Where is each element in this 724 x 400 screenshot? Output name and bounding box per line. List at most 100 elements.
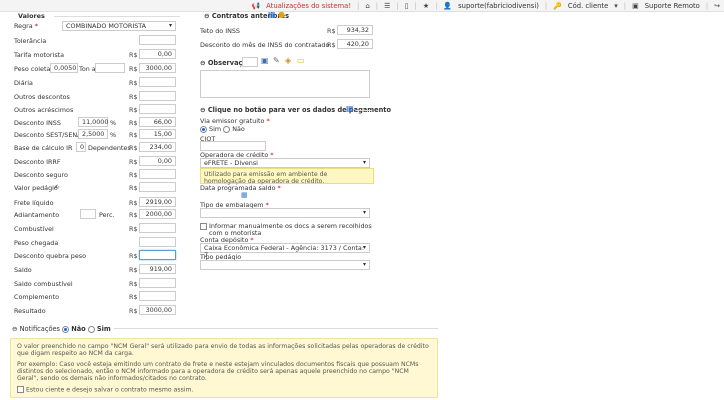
star-icon[interactable]: ★ bbox=[423, 2, 429, 10]
user-name[interactable]: suporte(fabriciodivensi) bbox=[458, 2, 539, 10]
via-emissor-sim-radio[interactable] bbox=[200, 125, 207, 133]
peso-chegada-label: Peso chegada bbox=[14, 239, 59, 247]
combustivel-input[interactable] bbox=[139, 223, 176, 233]
notificacoes-row: ⊖ Notificações Não Sim bbox=[12, 325, 111, 333]
chevron-down-icon: ▾ bbox=[362, 261, 366, 268]
desconto-inss-input[interactable]: 66,00 bbox=[139, 117, 176, 127]
folder-icon[interactable]: ▭ bbox=[297, 56, 305, 65]
notificacoes-nao-radio[interactable] bbox=[62, 325, 70, 333]
saldo-label: Saldo bbox=[14, 266, 32, 274]
combustivel-label: Combustível bbox=[14, 225, 54, 233]
save-icon[interactable]: ▣ bbox=[261, 56, 269, 65]
ncm-notice-text-2: Por exemplo: Caso você esteja emitindo u… bbox=[17, 361, 419, 382]
regra-label: Regra * bbox=[14, 22, 38, 30]
operadora-select[interactable]: eFRETE - Divensi ▾ bbox=[200, 158, 370, 168]
updates-link[interactable]: Atualizações do sistema! bbox=[266, 2, 351, 10]
outros-acrescimos-label: Outros acréscimos bbox=[14, 106, 74, 114]
cursor-icon: ✍ bbox=[54, 183, 60, 191]
saldo-combustivel-label: Saldo combustível bbox=[14, 280, 73, 288]
valor-pedagio-label: Valor pedágio bbox=[14, 184, 58, 192]
chevron-down-icon[interactable]: ▾ bbox=[614, 2, 618, 10]
operadora-warning: Utilizado para emissão em ambiente de ho… bbox=[200, 168, 374, 185]
tarifa-label: Tarifa motorista bbox=[14, 51, 65, 59]
desconto-inss-pct-input[interactable]: 11,0000 bbox=[78, 117, 108, 127]
teto-inss-label: Teto do INSS bbox=[200, 27, 240, 35]
divider bbox=[114, 328, 438, 329]
saldo-combustivel-input[interactable] bbox=[139, 278, 176, 288]
outros-acrescimos-input[interactable] bbox=[139, 104, 176, 114]
desconto-seguro-input[interactable] bbox=[139, 169, 176, 179]
adiantamento-label: Adiantamento bbox=[14, 211, 60, 219]
top-bar: 📢 Atualizações do sistema! | ⌂ | ☰ | ▯ |… bbox=[0, 0, 724, 12]
tag-icon[interactable]: ◈ bbox=[285, 56, 291, 65]
tarifa-input[interactable]: 0,00 bbox=[139, 49, 176, 59]
desconto-seguro-label: Desconto seguro bbox=[14, 171, 68, 179]
desconto-quebra-input[interactable] bbox=[139, 250, 176, 260]
chevron-down-icon: ▾ bbox=[362, 244, 366, 251]
peso-chegada-input[interactable] bbox=[139, 237, 176, 247]
valor-pedagio-input[interactable] bbox=[139, 182, 176, 192]
desconto-irrf-input[interactable]: 0,00 bbox=[139, 156, 176, 166]
informar-manualmente-checkbox[interactable] bbox=[200, 223, 207, 230]
frete-liquido-label: Frete líquido bbox=[14, 199, 54, 207]
base-ir-label: Base de cálculo IR bbox=[14, 144, 73, 152]
home-icon[interactable]: ⌂ bbox=[365, 2, 369, 10]
complemento-input[interactable] bbox=[139, 291, 176, 301]
ncm-confirm-row: Estou ciente e desejo salvar o contrato … bbox=[17, 386, 431, 394]
diaria-input[interactable] bbox=[139, 77, 176, 87]
desconto-sest-pct-input[interactable]: 2,5000 bbox=[78, 129, 108, 139]
calendar-icon[interactable]: ▦ bbox=[346, 104, 354, 113]
info-icon[interactable]: ● bbox=[278, 10, 285, 19]
desconto-quebra-label: Desconto quebra peso bbox=[14, 252, 87, 260]
ncm-confirm-checkbox[interactable] bbox=[17, 386, 24, 393]
peso-coleta-input[interactable]: 0,0050 bbox=[50, 63, 78, 73]
complemento-label: Complemento bbox=[14, 293, 59, 301]
ncm-notice: O valor preenchido no campo "NCM Geral" … bbox=[10, 338, 438, 398]
desconto-mes-label: Desconto do mês de INSS do contratado bbox=[200, 41, 330, 49]
via-emissor-radios: Sim Não bbox=[200, 125, 245, 133]
desconto-sest-label: Desconto SEST/SENAT bbox=[14, 131, 85, 139]
tolerancia-label: Tolerância bbox=[14, 37, 47, 45]
teto-inss-input[interactable]: 934,32 bbox=[337, 25, 373, 35]
observacoes-textarea[interactable] bbox=[200, 70, 370, 98]
desconto-mes-input[interactable]: 420,20 bbox=[337, 39, 373, 49]
resultado-input[interactable]: 3000,00 bbox=[139, 305, 176, 315]
desconto-inss-label: Desconto INSS bbox=[14, 119, 61, 127]
via-emissor-nao-radio[interactable] bbox=[223, 125, 231, 133]
notificacoes-sim-radio[interactable] bbox=[87, 325, 95, 333]
peso-coleta-value-input[interactable]: 3000,00 bbox=[139, 63, 176, 73]
ton-input[interactable] bbox=[95, 63, 125, 73]
key-icon: 🔑 bbox=[553, 1, 562, 10]
tipo-embalagem-select[interactable]: ▾ bbox=[200, 208, 370, 218]
client-code-link[interactable]: Cód. cliente bbox=[568, 2, 608, 10]
regra-select[interactable]: COMBINADO MOTORISTA ▾ bbox=[62, 21, 176, 31]
remote-support-link[interactable]: Suporte Remoto bbox=[645, 2, 700, 10]
tipo-pedagio-select[interactable]: ▾ bbox=[200, 260, 370, 270]
remote-icon: ▣ bbox=[632, 1, 639, 10]
calendar-icon[interactable]: ▦ bbox=[241, 191, 248, 199]
ciot-input[interactable] bbox=[200, 141, 266, 151]
frete-liquido-input[interactable]: 2919,00 bbox=[139, 197, 176, 207]
calendar-icon[interactable]: ▦ bbox=[268, 10, 276, 19]
divider bbox=[54, 16, 180, 17]
via-emissor-label: Via emissor gratuito * bbox=[200, 117, 270, 125]
logout-icon[interactable]: ↪ bbox=[714, 2, 720, 10]
tolerancia-input[interactable] bbox=[139, 35, 176, 45]
megaphone-icon[interactable]: 📢 bbox=[252, 2, 260, 10]
peso-coleta-label: Peso coleta bbox=[14, 65, 51, 73]
chevron-down-icon: ▾ bbox=[168, 22, 172, 29]
conta-deposito-select[interactable]: Caixa Econômica Federal - Agência: 3173 … bbox=[200, 243, 370, 259]
base-ir-input[interactable]: 234,00 bbox=[139, 142, 176, 152]
menu-icon[interactable]: ☰ bbox=[384, 2, 390, 10]
adiantamento-input[interactable]: 2000,00 bbox=[139, 209, 176, 219]
obs-code-input[interactable] bbox=[242, 57, 258, 67]
diaria-label: Diária bbox=[14, 79, 33, 87]
saldo-input[interactable]: 919,00 bbox=[139, 264, 176, 274]
resultado-label: Resultado bbox=[14, 307, 46, 315]
dependentes-input[interactable]: 0 bbox=[76, 142, 86, 152]
adiantamento-perc-input[interactable] bbox=[80, 209, 96, 219]
outros-descontos-input[interactable] bbox=[139, 91, 176, 101]
mobile-icon[interactable]: ▯ bbox=[405, 2, 409, 10]
edit-icon[interactable]: ✎ bbox=[273, 56, 280, 65]
desconto-sest-input[interactable]: 15,00 bbox=[139, 129, 176, 139]
